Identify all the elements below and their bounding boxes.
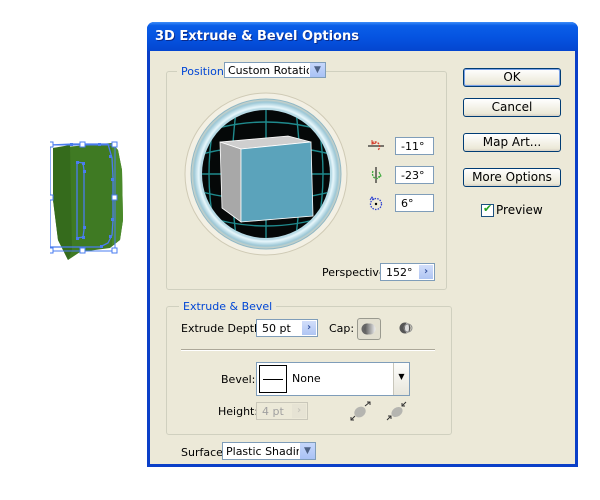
surface-select[interactable]: Plastic Shading ▼	[222, 442, 316, 460]
rotate-z-axis-icon	[369, 196, 383, 211]
rotate-y-axis-icon	[371, 167, 382, 183]
y-axis-rotation-input[interactable]: -23°	[395, 166, 434, 184]
bevel-preview-icon	[259, 365, 287, 393]
selected-artwork[interactable]	[47, 140, 130, 260]
cancel-button[interactable]: Cancel	[463, 98, 561, 117]
extrude-depth-label: Extrude Depth:	[181, 322, 265, 335]
letter-d-artwork	[47, 141, 123, 260]
bevel-value: None	[292, 372, 321, 385]
height-label: Height:	[218, 405, 259, 418]
bevel-label: Bevel:	[221, 373, 256, 386]
dialog-title: 3D Extrude & Bevel Options	[155, 29, 359, 44]
perspective-slider-toggle[interactable]: ›	[419, 265, 433, 279]
ok-button[interactable]: OK	[463, 68, 561, 87]
bevel-extent-out-button[interactable]	[349, 400, 373, 422]
divider	[181, 349, 435, 351]
cap-hollow-icon	[399, 322, 413, 334]
position-preset-value: Custom Rotation	[228, 64, 320, 77]
preview-label[interactable]: Preview	[496, 203, 543, 217]
title-bar[interactable]: 3D Extrude & Bevel Options	[147, 22, 578, 51]
map-art-button[interactable]: Map Art...	[463, 133, 561, 152]
bevel-extent-in-icon	[386, 401, 407, 421]
preview-checkbox[interactable]: ✔	[481, 202, 494, 217]
bevel-select[interactable]: None ▼	[256, 362, 410, 396]
perspective-input[interactable]: 152° ›	[380, 263, 435, 281]
cap-solid-icon	[361, 323, 376, 335]
bevel-height-input: 4 pt ›	[256, 402, 308, 420]
more-options-button[interactable]: More Options	[463, 168, 561, 187]
z-axis-rotation-input[interactable]: 6°	[395, 194, 434, 212]
position-preset-select[interactable]: Custom Rotation ▼	[224, 62, 326, 78]
bevel-extent-out-icon	[350, 401, 371, 421]
chevron-down-icon[interactable]: ▼	[299, 443, 315, 459]
cap-off-button[interactable]	[395, 318, 417, 338]
bevel-extent-in-button[interactable]	[385, 400, 409, 422]
cap-label: Cap:	[329, 322, 355, 335]
x-axis-rotation-input[interactable]: -11°	[395, 137, 434, 155]
chevron-down-icon[interactable]: ▼	[309, 63, 325, 77]
extrude-depth-slider-toggle[interactable]: ›	[302, 321, 316, 335]
cap-on-button[interactable]	[357, 318, 381, 340]
surface-value: Plastic Shading	[226, 445, 310, 458]
extrude-bevel-legend: Extrude & Bevel	[179, 300, 277, 313]
extrude-depth-input[interactable]: 50 pt ›	[256, 319, 318, 337]
surface-label: Surface:	[181, 446, 227, 459]
checkmark-icon: ✔	[483, 202, 493, 215]
rotation-trackball[interactable]	[184, 92, 348, 256]
cube-front-face	[240, 141, 314, 223]
rotate-x-axis-icon	[368, 140, 384, 151]
bevel-dropdown-arrow-icon[interactable]: ▼	[393, 363, 409, 395]
bevel-height-slider-toggle: ›	[292, 404, 306, 418]
